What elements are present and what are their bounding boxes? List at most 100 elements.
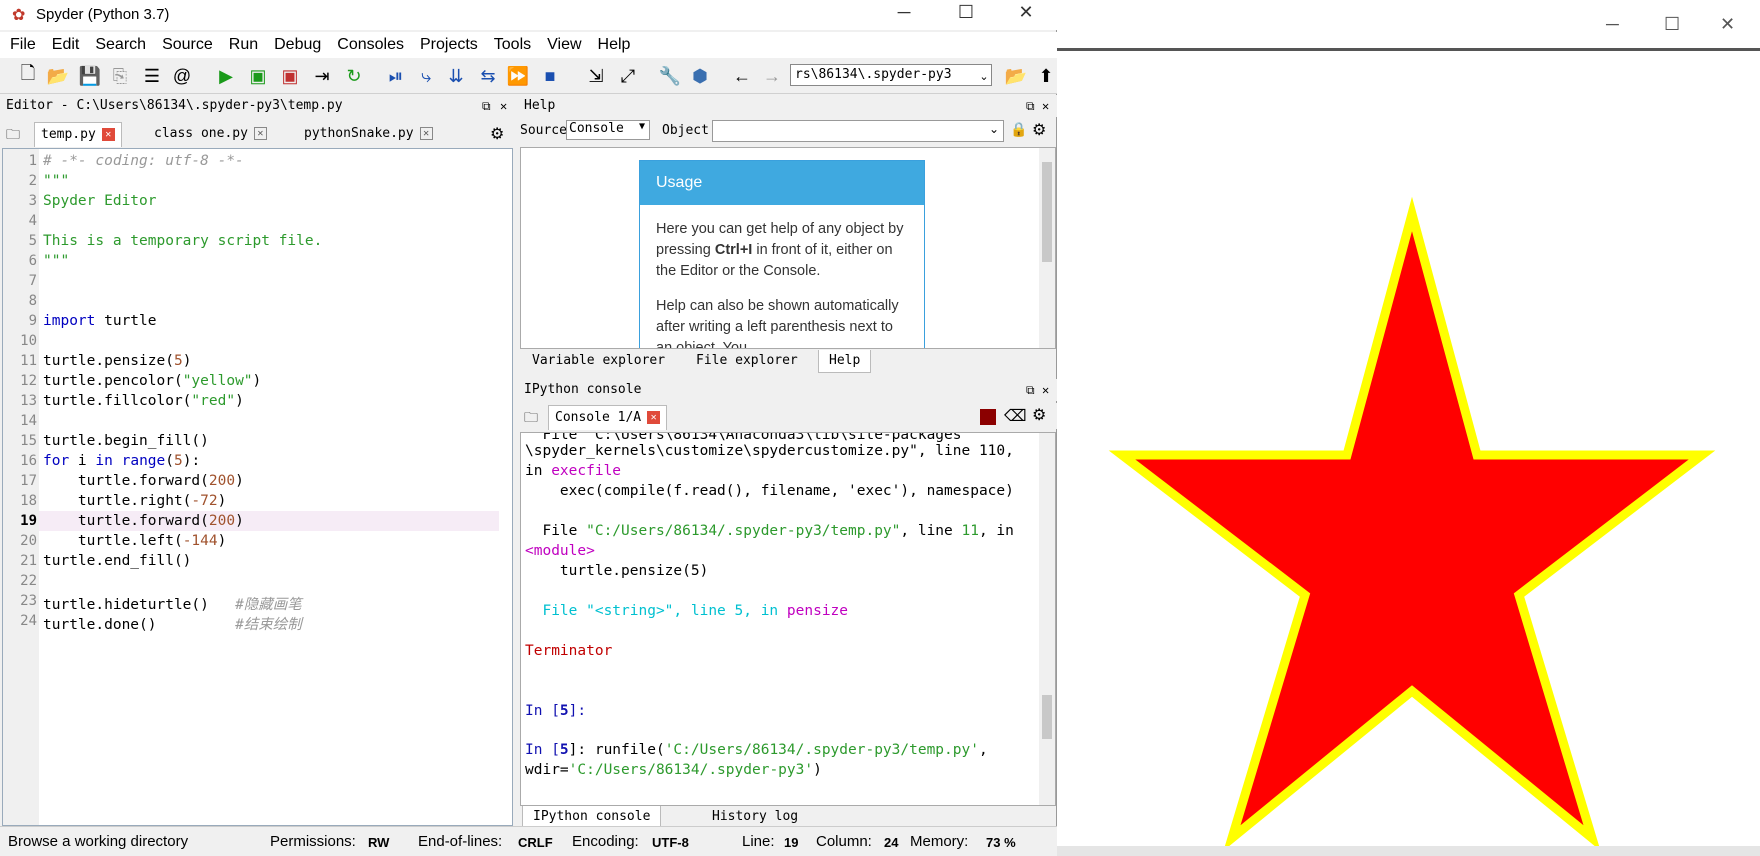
continue-icon[interactable]: ⏩ bbox=[506, 64, 530, 88]
console-text: ) bbox=[813, 762, 822, 778]
help-bottom-tabbar: Variable explorer File explorer Help bbox=[518, 350, 1057, 374]
eraser-icon[interactable]: ⌫ bbox=[1004, 406, 1027, 426]
tab-help[interactable]: Help bbox=[818, 350, 872, 373]
status-bar: Browse a working directory Permissions: … bbox=[0, 826, 1057, 856]
step-icon[interactable]: ⤷ bbox=[414, 64, 438, 88]
save-all-icon[interactable]: ⎘ bbox=[108, 64, 132, 88]
permissions-label: Permissions: bbox=[270, 833, 356, 850]
close-tab-icon[interactable]: ✕ bbox=[253, 127, 267, 140]
console-text: 5 bbox=[559, 703, 569, 719]
at-icon[interactable]: @ bbox=[170, 64, 194, 88]
close-button[interactable]: ✕ bbox=[1006, 2, 1046, 23]
parent-directory-icon[interactable]: ⬆ bbox=[1034, 64, 1058, 88]
menu-debug[interactable]: Debug bbox=[266, 32, 329, 54]
eol-value: CRLF bbox=[518, 835, 553, 850]
gear-icon[interactable]: ⚙ bbox=[1032, 405, 1046, 425]
back-arrow-icon[interactable]: ← bbox=[730, 64, 754, 88]
close-tab-icon[interactable]: ✕ bbox=[647, 411, 661, 424]
scrollbar-thumb[interactable] bbox=[1042, 695, 1052, 739]
editor-header-title: Editor - C:\Users\86134\.spyder-py3\temp… bbox=[6, 98, 343, 113]
undock-icon[interactable]: ⧉ bbox=[1026, 95, 1035, 117]
console-line: File "C:/Users/86134/.spyder-py3/temp.py… bbox=[525, 523, 1014, 539]
maximize-button[interactable]: ☐ bbox=[946, 2, 986, 23]
line-number: 21 bbox=[20, 553, 37, 569]
line-number: 16 bbox=[20, 453, 37, 469]
run-cell-advance-icon[interactable]: ▣ bbox=[278, 64, 302, 88]
fullscreen-icon[interactable]: ⤢ bbox=[616, 64, 640, 88]
tab-temp-py[interactable]: temp.py ✕ bbox=[34, 122, 122, 147]
menu-edit[interactable]: Edit bbox=[44, 32, 88, 54]
gear-icon[interactable]: ⚙ bbox=[1032, 120, 1046, 140]
console-line: In [5]: runfile('C:/Users/86134/.spyder-… bbox=[525, 742, 988, 758]
turtle-maximize-button[interactable]: ☐ bbox=[1664, 14, 1680, 35]
stop-debug-icon[interactable]: ■ bbox=[538, 64, 562, 88]
menu-consoles[interactable]: Consoles bbox=[329, 32, 412, 54]
menu-view[interactable]: View bbox=[539, 32, 589, 54]
minimize-button[interactable]: ─ bbox=[884, 2, 924, 23]
new-file-icon[interactable]: 🗋 bbox=[16, 63, 40, 88]
menu-search[interactable]: Search bbox=[87, 32, 154, 54]
lock-icon[interactable]: 🔒 bbox=[1010, 121, 1027, 138]
tab-history-log[interactable]: History log bbox=[702, 806, 808, 828]
close-tab-icon[interactable]: ✕ bbox=[101, 128, 115, 141]
tab-console-1a[interactable]: Console 1/A ✕ bbox=[548, 405, 668, 430]
step-return-icon[interactable]: ⇆ bbox=[476, 64, 500, 88]
chevron-down-icon[interactable]: ⌄ bbox=[972, 64, 996, 88]
console-text: "C:/Users/86134/.spyder-py3/temp.py" bbox=[586, 523, 901, 539]
open-file-icon[interactable]: 📂 bbox=[46, 64, 70, 88]
chevron-down-icon: ⌄ bbox=[988, 122, 999, 136]
python-path-icon[interactable]: ⬢ bbox=[688, 64, 712, 88]
console-scrollbar[interactable] bbox=[1039, 433, 1055, 805]
rerun-icon[interactable]: ↻ bbox=[342, 64, 366, 88]
gear-icon[interactable]: ⚙ bbox=[490, 124, 504, 144]
tab-pythonsnake-py[interactable]: pythonSnake.py ✕ bbox=[298, 122, 439, 146]
object-input[interactable]: ⌄ bbox=[712, 120, 1004, 142]
ipython-console[interactable]: File "C:\Users\86134\Anaconda3\lib\site-… bbox=[520, 432, 1056, 806]
close-tab-icon[interactable]: ✕ bbox=[419, 127, 433, 140]
forward-arrow-icon[interactable]: → bbox=[760, 64, 784, 88]
source-select[interactable]: Console ▼ bbox=[566, 120, 650, 140]
undock-icon[interactable]: ⧉ bbox=[482, 95, 491, 117]
permissions-value: RW bbox=[368, 835, 390, 850]
debug-icon[interactable]: ⏯ bbox=[384, 64, 408, 88]
preferences-wrench-icon[interactable]: 🔧 bbox=[658, 64, 682, 88]
save-icon[interactable]: 💾 bbox=[78, 64, 102, 88]
working-directory-input[interactable]: rs\86134\.spyder-py3 bbox=[790, 64, 992, 86]
menu-source[interactable]: Source bbox=[154, 32, 221, 54]
column-value: 24 bbox=[884, 835, 899, 850]
console-header-title: IPython console bbox=[524, 382, 642, 397]
tab-label: pythonSnake.py bbox=[304, 126, 414, 141]
menu-projects[interactable]: Projects bbox=[412, 32, 486, 54]
spyder-logo-icon: ✿ bbox=[12, 7, 26, 24]
close-pane-icon[interactable]: ✕ bbox=[1042, 379, 1049, 401]
browse-folder-icon[interactable]: 📂 bbox=[1004, 64, 1028, 88]
file-list-icon[interactable]: ☰ bbox=[140, 64, 164, 88]
turtle-minimize-button[interactable]: ─ bbox=[1606, 14, 1619, 35]
run-selection-icon[interactable]: ⇥ bbox=[310, 64, 334, 88]
turtle-close-button[interactable]: ✕ bbox=[1720, 14, 1735, 35]
code-editor[interactable]: 1 2 3 4 5 6 7 8 9 10 11 12 13 14 15 16 17 18 19 20 21 22 23 24 … bbox=[2, 148, 513, 826]
menu-run[interactable]: Run bbox=[221, 32, 266, 54]
browse-tabs-icon[interactable]: 🗀 bbox=[524, 407, 538, 431]
tab-class-one-py[interactable]: class one.py ✕ bbox=[148, 122, 273, 146]
browse-tabs-icon[interactable]: 🗀 bbox=[6, 124, 20, 148]
stop-kernel-icon[interactable] bbox=[980, 409, 996, 425]
status-message: Browse a working directory bbox=[8, 833, 189, 850]
run-icon[interactable]: ▶ bbox=[214, 64, 238, 88]
undock-icon[interactable]: ⧉ bbox=[1026, 379, 1035, 401]
menu-help[interactable]: Help bbox=[590, 32, 639, 54]
help-scrollbar[interactable] bbox=[1039, 148, 1055, 348]
menu-file[interactable]: File bbox=[0, 32, 44, 54]
close-pane-icon[interactable]: ✕ bbox=[500, 95, 507, 117]
menu-tools[interactable]: Tools bbox=[486, 32, 539, 54]
console-text: , in bbox=[978, 523, 1014, 539]
tab-file-explorer[interactable]: File explorer bbox=[686, 350, 808, 372]
maximize-pane-icon[interactable]: ⇲ bbox=[584, 64, 608, 88]
run-cell-icon[interactable]: ▣ bbox=[246, 64, 270, 88]
step-into-icon[interactable]: ⇊ bbox=[444, 64, 468, 88]
console-text: wdir= bbox=[525, 762, 569, 778]
scrollbar-thumb[interactable] bbox=[1042, 162, 1052, 262]
close-pane-icon[interactable]: ✕ bbox=[1042, 95, 1049, 117]
taskbar-strip bbox=[1055, 846, 1760, 856]
tab-variable-explorer[interactable]: Variable explorer bbox=[522, 350, 675, 372]
